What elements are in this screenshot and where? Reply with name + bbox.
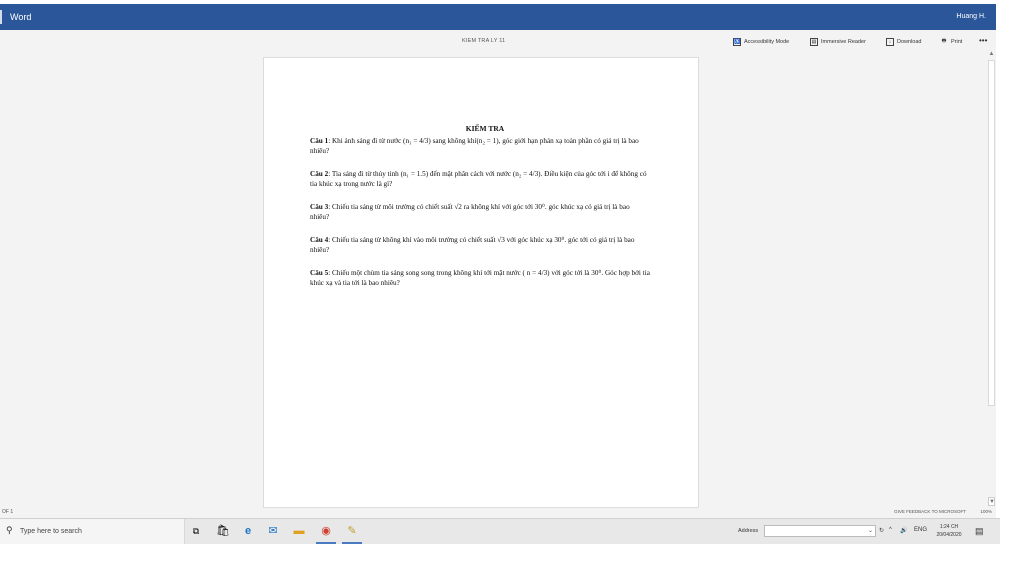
notification-icon[interactable]: ▤: [975, 526, 984, 537]
question-3-text: : Chiếu tia sáng từ môi trường có chiết …: [310, 203, 630, 221]
file-explorer-icon[interactable]: ▬: [292, 524, 306, 538]
document-page: KIỂM TRA Câu 1: Khi ánh sáng đi từ nước …: [263, 57, 699, 508]
printer-icon: 🖶: [941, 38, 947, 44]
vertical-scrollbar[interactable]: ▲ ▼: [987, 50, 996, 508]
user-name[interactable]: Huang H.: [956, 13, 986, 20]
chevron-up-icon[interactable]: ^: [889, 527, 892, 533]
language-indicator[interactable]: ENG: [914, 527, 927, 533]
immersive-reader-button[interactable]: ▤ Immersive Reader: [810, 36, 866, 48]
scrollbar-thumb[interactable]: [988, 60, 995, 406]
question-4-label: Câu 4: [310, 236, 329, 244]
windows-taskbar: ⚲ Type here to search ⧉ 🛍 e ✉ ▬ ◉ ✎ Addr…: [0, 518, 1000, 544]
question-1-text: : Khi ánh sáng đi từ nước (n₁ = 4/3) san…: [310, 137, 639, 155]
question-5-label: Câu 5: [310, 269, 329, 277]
paint-icon[interactable]: ✎: [345, 524, 359, 538]
question-1: Câu 1: Khi ánh sáng đi từ nước (n₁ = 4/3…: [310, 136, 650, 156]
search-placeholder: Type here to search: [20, 528, 82, 535]
print-button[interactable]: 🖶 Print: [940, 36, 963, 48]
chrome-icon[interactable]: ◉: [319, 524, 333, 538]
app-name[interactable]: Word: [10, 12, 31, 22]
question-4-text: : Chiếu tia sáng từ không khí vào môi tr…: [310, 236, 635, 254]
accessibility-mode-label: Accessibility Mode: [744, 39, 790, 45]
accessibility-icon: ♿: [733, 38, 741, 46]
question-5-text: : Chiếu một chùm tia sáng song song tron…: [310, 269, 650, 287]
document-body: KIỂM TRA Câu 1: Khi ánh sáng đi từ nước …: [310, 124, 650, 301]
download-button[interactable]: ↓ Download: [886, 36, 921, 48]
app-launcher-edge[interactable]: [0, 10, 2, 24]
print-label: Print: [951, 39, 963, 45]
question-2-label: Câu 2: [310, 170, 329, 178]
clock-time: 1:24 CH: [939, 524, 959, 530]
scroll-up-icon[interactable]: ▲: [988, 50, 995, 59]
volume-icon[interactable]: 🔊: [900, 527, 907, 534]
chrome-active-indicator: [316, 542, 336, 544]
question-5: Câu 5: Chiếu một chùm tia sáng song song…: [310, 268, 650, 288]
scroll-down-icon[interactable]: ▼: [988, 497, 995, 506]
edge-icon[interactable]: e: [241, 524, 255, 538]
feedback-link[interactable]: GIVE FEEDBACK TO MICROSOFT: [894, 509, 966, 514]
question-1-label: Câu 1: [310, 137, 329, 145]
store-icon[interactable]: 🛍: [216, 524, 230, 538]
more-options-button[interactable]: •••: [979, 36, 987, 45]
search-icon: ⚲: [6, 525, 13, 535]
immersive-reader-label: Immersive Reader: [821, 39, 866, 45]
taskbar-search[interactable]: ⚲ Type here to search: [0, 519, 185, 544]
zoom-level[interactable]: 100%: [980, 509, 992, 514]
mail-icon[interactable]: ✉: [266, 524, 280, 538]
download-icon: ↓: [886, 38, 894, 46]
question-3-label: Câu 3: [310, 203, 329, 211]
clock-date: 20/04/2020: [936, 532, 962, 538]
status-bar: OF 1 GIVE FEEDBACK TO MICROSOFT 100%: [0, 508, 996, 518]
document-heading: KIỂM TRA: [465, 124, 505, 133]
chevron-down-icon[interactable]: ⌄: [868, 527, 873, 534]
page-count: OF 1: [2, 509, 14, 515]
address-input[interactable]: ⌄: [764, 525, 876, 537]
question-4: Câu 4: Chiếu tia sáng từ không khí vào m…: [310, 235, 650, 255]
document-filename: KIEM TRA LY 11: [462, 38, 506, 44]
window-right-edge: [996, 4, 1000, 518]
task-view-icon[interactable]: ⧉: [189, 524, 203, 538]
question-3: Câu 3: Chiếu tia sáng từ môi trường có c…: [310, 202, 650, 222]
refresh-icon[interactable]: ↻: [879, 527, 884, 534]
app-header: Word Huang H.: [0, 4, 996, 30]
immersive-reader-icon: ▤: [810, 38, 818, 46]
address-toolbar-label: Address: [738, 528, 759, 534]
paint-active-indicator: [342, 542, 362, 544]
question-2-text: : Tia sáng đi từ thủy tinh (n₁ = 1.5) đế…: [310, 170, 647, 188]
download-label: Download: [897, 39, 922, 45]
question-2: Câu 2: Tia sáng đi từ thủy tinh (n₁ = 1.…: [310, 169, 650, 189]
clock[interactable]: 1:24 CH 20/04/2020: [930, 523, 968, 539]
accessibility-mode-button[interactable]: ♿ Accessibility Mode: [733, 36, 789, 48]
